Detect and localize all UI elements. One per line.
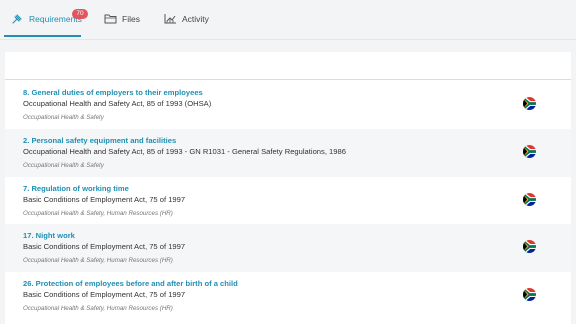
requirement-category: Occupational Health & Safety (23, 161, 104, 169)
south-africa-flag-icon (523, 240, 536, 254)
requirement-act: Basic Conditions of Employment Act, 75 o… (23, 194, 186, 204)
requirement-title[interactable]: 7. Regulation of working time (23, 184, 129, 193)
list-item[interactable]: 8. General duties of employers to their … (5, 81, 571, 129)
requirement-act: Basic Conditions of Employment Act, 75 o… (23, 242, 186, 252)
south-africa-flag-icon (523, 97, 536, 110)
requirement-act: Basic Conditions of Employment Act, 75 o… (23, 290, 186, 300)
south-africa-flag-icon (523, 144, 536, 158)
gavel-icon (10, 12, 24, 26)
requirement-title[interactable]: 8. General duties of employers to their … (23, 88, 203, 97)
list-item[interactable]: 7. Regulation of working time Basic Cond… (5, 177, 571, 225)
requirement-act: Occupational Health and Safety Act, 85 o… (23, 99, 212, 108)
requirement-category: Occupational Health & Safety, Human Reso… (23, 305, 173, 313)
tab-activity[interactable]: Activity (163, 0, 209, 37)
tab-bar: Requirements 70 Files Activity (0, 0, 576, 40)
requirement-title[interactable]: 17. Night work (23, 231, 75, 240)
requirement-category: Occupational Health & Safety, Human Reso… (23, 209, 173, 217)
tab-files[interactable]: Files (103, 0, 140, 37)
folder-icon (103, 12, 117, 26)
list-item[interactable]: 26. Protection of employees before and a… (5, 272, 571, 320)
list-item[interactable]: 2. Personal safety equipment and facilit… (5, 128, 571, 177)
table-header (5, 52, 571, 80)
requirements-list: 8. General duties of employers to their … (5, 81, 571, 320)
requirements-panel: 8. General duties of employers to their … (5, 52, 571, 324)
chart-icon (163, 12, 177, 26)
requirements-count-badge: 70 (72, 9, 88, 19)
requirement-title[interactable]: 2. Personal safety equipment and facilit… (23, 136, 176, 145)
south-africa-flag-icon (523, 192, 536, 206)
south-africa-flag-icon (523, 288, 536, 302)
requirement-act: Occupational Health and Safety Act, 85 o… (23, 146, 346, 156)
requirement-category: Occupational Health & Safety (23, 114, 104, 121)
tab-files-label: Files (122, 13, 140, 24)
requirement-title[interactable]: 26. Protection of employees before and a… (23, 279, 238, 288)
active-tab-indicator (4, 35, 81, 37)
requirement-category: Occupational Health & Safety, Human Reso… (23, 257, 173, 265)
tab-activity-label: Activity (182, 13, 209, 24)
tab-requirements[interactable]: Requirements (10, 0, 82, 37)
list-item[interactable]: 17. Night work Basic Conditions of Emplo… (5, 224, 571, 273)
